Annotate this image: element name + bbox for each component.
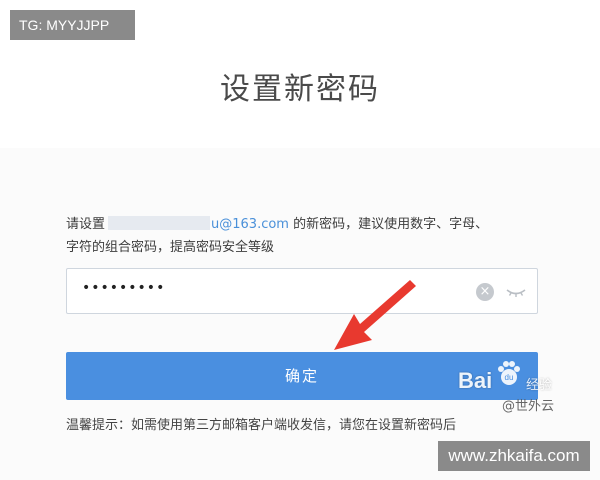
password-value: ••••••••• xyxy=(82,280,166,296)
page-title: 设置新密码 xyxy=(220,72,380,107)
instruction-prefix: 请设置 xyxy=(66,217,106,232)
red-arrow-icon xyxy=(334,280,416,350)
email-mask xyxy=(108,216,211,230)
baidu-logo-text: Bai xyxy=(458,368,493,393)
baidu-paw-icon: du xyxy=(498,361,520,385)
tip-text: 温馨提示：如需使用第三方邮箱客户端收发信，请您在设置新密码后 xyxy=(66,418,457,433)
eye-closed-icon[interactable] xyxy=(504,282,528,302)
svg-text:du: du xyxy=(505,373,514,382)
baidu-suffix: 经验 xyxy=(526,378,553,393)
clear-icon[interactable]: × xyxy=(476,283,494,301)
instruction-line2: 字符的组合密码，提高密码安全等级 xyxy=(66,240,275,255)
instruction-text: 请设置 u@163.com 的新密码，建议使用数字、字母、 字符的组合密码，提高密… xyxy=(66,213,546,259)
site-badge: www.zhkaifa.com xyxy=(438,441,590,471)
password-input[interactable]: ••••••••• × xyxy=(66,268,538,314)
instruction-suffix: 的新密码，建议使用数字、字母、 xyxy=(288,217,489,232)
tg-badge: TG: MYYJJPP xyxy=(10,10,135,40)
email-address: u@163.com xyxy=(211,217,289,232)
watermark-author: @世外云 xyxy=(502,399,555,414)
